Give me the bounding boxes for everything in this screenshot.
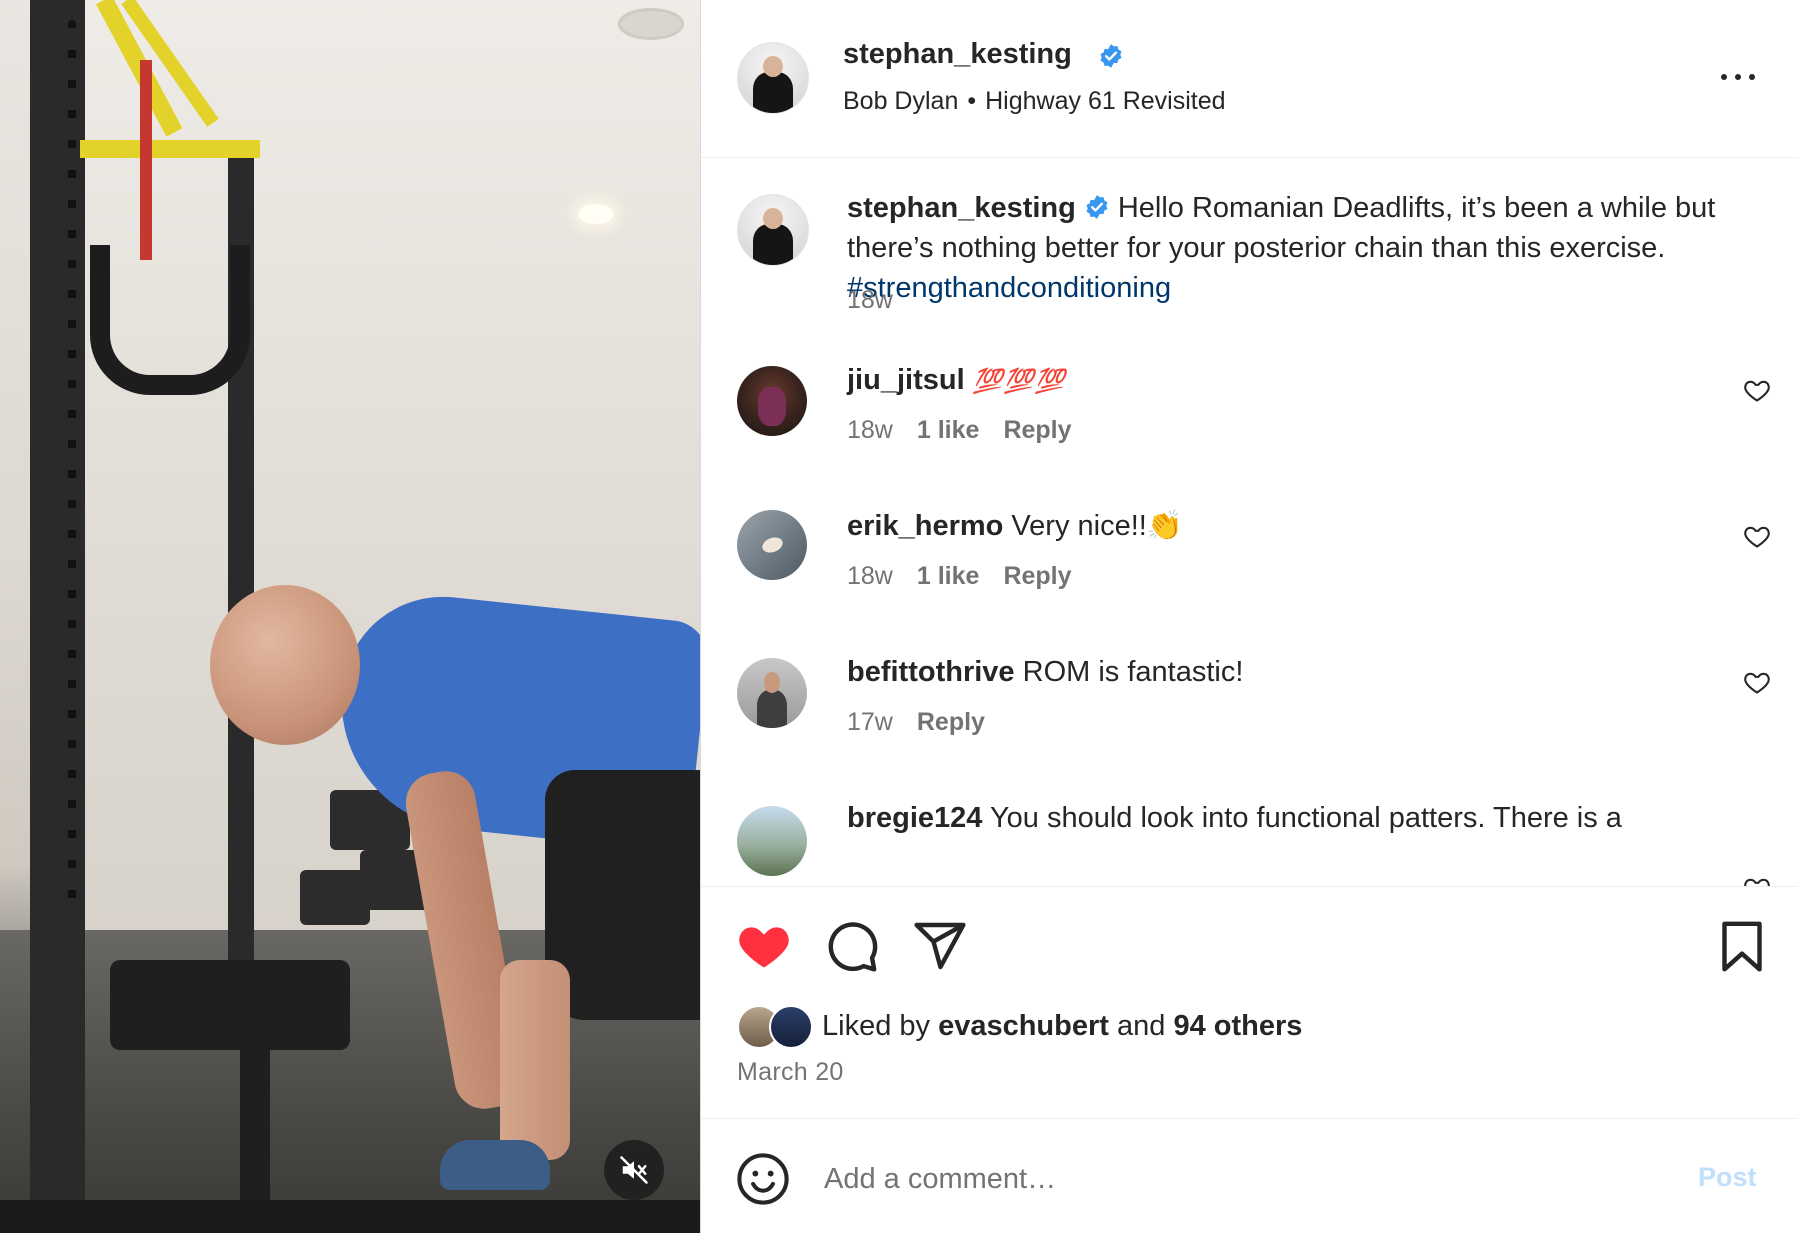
comment-avatar[interactable] bbox=[737, 366, 807, 436]
more-dot bbox=[1735, 74, 1741, 80]
comment-like-heart-icon[interactable] bbox=[1743, 874, 1771, 886]
comment-like-heart-icon[interactable] bbox=[1743, 376, 1771, 404]
person-head bbox=[210, 585, 360, 745]
person-leg bbox=[500, 960, 570, 1160]
reply-button[interactable]: Reply bbox=[1003, 562, 1071, 590]
audio-attribution[interactable]: Bob Dylan • Highway 61 Revisited bbox=[843, 87, 1226, 116]
more-horizontal-icon bbox=[1721, 74, 1727, 80]
audio-artist[interactable]: Bob Dylan bbox=[843, 87, 958, 115]
more-dot bbox=[1749, 74, 1755, 80]
caption-username[interactable]: stephan_kesting bbox=[847, 192, 1076, 224]
post-panel: stephan_kesting Bob Dylan • Highway 61 Rev… bbox=[701, 0, 1798, 1233]
rack-holes bbox=[68, 20, 76, 920]
comment-body: You should look into functional patters.… bbox=[989, 802, 1622, 834]
post-comment-button[interactable]: Post bbox=[1698, 1162, 1757, 1193]
ceiling-light bbox=[578, 204, 614, 224]
comment-avatar[interactable] bbox=[737, 806, 807, 876]
liked-by-user[interactable]: evaschubert bbox=[938, 1010, 1109, 1042]
post-date[interactable]: March 20 bbox=[737, 1058, 844, 1087]
comment-text: erik_hermo Very nice!!👏 bbox=[847, 506, 1183, 546]
audio-separator: • bbox=[967, 87, 977, 115]
bench-pad bbox=[110, 960, 350, 1050]
post-header: stephan_kesting Bob Dylan • Highway 61 Rev… bbox=[701, 0, 1798, 158]
rack-post-left bbox=[30, 0, 85, 1233]
composer-divider bbox=[701, 1118, 1798, 1119]
comment-text: bregie124 You should look into functiona… bbox=[847, 798, 1622, 838]
verified-badge-icon bbox=[1098, 43, 1124, 71]
comment-time[interactable]: 17w bbox=[847, 708, 893, 736]
bookmark-icon[interactable] bbox=[1714, 918, 1770, 974]
comments-list[interactable]: stephan_kesting Hello Romanian Deadlifts… bbox=[701, 158, 1798, 886]
comment-username[interactable]: jiu_jitsul bbox=[847, 364, 965, 396]
comment-meta: 18w 1 like Reply bbox=[847, 562, 1072, 591]
heart-filled-icon[interactable] bbox=[736, 918, 792, 974]
comment-meta: 17w Reply bbox=[847, 708, 985, 737]
comment-like-heart-icon[interactable] bbox=[1743, 668, 1771, 696]
caption-time[interactable]: 18w bbox=[847, 286, 893, 314]
hundred-points-emoji: 💯💯💯 bbox=[972, 368, 1066, 395]
comment-likes[interactable]: 1 like bbox=[917, 416, 980, 444]
reply-button[interactable]: Reply bbox=[917, 708, 985, 736]
smiley-icon[interactable] bbox=[736, 1152, 790, 1206]
barbell bbox=[0, 1200, 700, 1233]
liked-by-text: Liked by evaschubert and 94 others bbox=[822, 1010, 1302, 1043]
comment-avatar[interactable] bbox=[737, 510, 807, 580]
yellow-crossbar bbox=[80, 140, 260, 158]
dumbbell-3 bbox=[300, 870, 370, 925]
liker-avatar[interactable] bbox=[769, 1005, 813, 1049]
comment-bubble-icon[interactable] bbox=[824, 918, 880, 974]
more-options-button[interactable] bbox=[1719, 62, 1759, 92]
actions-divider bbox=[701, 886, 1798, 887]
caption-text: stephan_kesting Hello Romanian Deadlifts… bbox=[847, 188, 1717, 308]
caption-hashtag[interactable]: #strengthandconditioning bbox=[847, 272, 1171, 304]
comment-text: befittothrive ROM is fantastic! bbox=[847, 652, 1243, 692]
post-video[interactable] bbox=[0, 0, 700, 1233]
comment-username[interactable]: bregie124 bbox=[847, 802, 982, 834]
caption-meta: 18w bbox=[847, 286, 893, 315]
liked-by-prefix: Liked by bbox=[822, 1010, 931, 1042]
comment-body: ROM is fantastic! bbox=[1022, 656, 1244, 688]
red-strap bbox=[140, 60, 152, 260]
liked-by-others[interactable]: 94 others bbox=[1173, 1010, 1302, 1042]
comment-body: Very nice!!👏 bbox=[1011, 510, 1183, 542]
mute-button[interactable] bbox=[604, 1140, 664, 1200]
owner-avatar[interactable] bbox=[737, 42, 809, 114]
comment-time[interactable]: 18w bbox=[847, 416, 893, 444]
speaker-muted-icon bbox=[620, 1156, 648, 1184]
comment-avatar[interactable] bbox=[737, 658, 807, 728]
comment-like-heart-icon[interactable] bbox=[1743, 522, 1771, 550]
comment-username[interactable]: erik_hermo bbox=[847, 510, 1003, 542]
comment-input[interactable] bbox=[822, 1150, 1646, 1208]
person-shoe bbox=[440, 1140, 550, 1190]
comment-meta: 18w 1 like Reply bbox=[847, 416, 1072, 445]
dip-harness bbox=[90, 245, 250, 395]
comment-username[interactable]: befittothrive bbox=[847, 656, 1015, 688]
comment-text: jiu_jitsul 💯💯💯 bbox=[847, 360, 1065, 402]
ceiling-vent bbox=[618, 8, 684, 40]
reply-button[interactable]: Reply bbox=[1003, 416, 1071, 444]
audio-title[interactable]: Highway 61 Revisited bbox=[985, 87, 1225, 115]
verified-badge-icon bbox=[1086, 195, 1108, 219]
comment-time[interactable]: 18w bbox=[847, 562, 893, 590]
comment-likes[interactable]: 1 like bbox=[917, 562, 980, 590]
owner-username[interactable]: stephan_kesting bbox=[843, 38, 1072, 71]
caption-avatar[interactable] bbox=[737, 194, 809, 266]
liked-by-joiner: and bbox=[1117, 1010, 1166, 1042]
paper-plane-icon[interactable] bbox=[912, 918, 968, 974]
